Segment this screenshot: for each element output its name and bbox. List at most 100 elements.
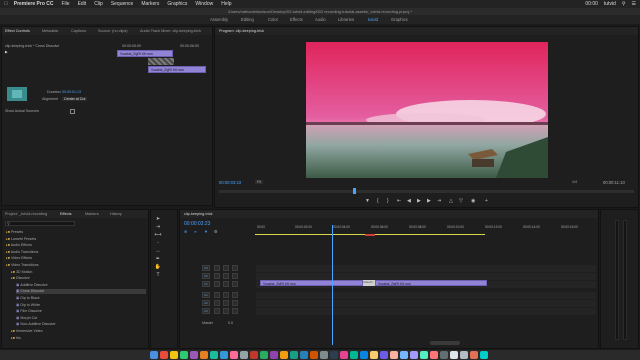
extract-icon[interactable]: ▽ <box>459 198 463 204</box>
dock-app-icon[interactable] <box>430 351 438 359</box>
alignment-dropdown[interactable]: Center at Cut <box>62 97 88 101</box>
menu-markers[interactable]: Markers <box>141 0 159 8</box>
dock-app-icon[interactable] <box>390 351 398 359</box>
sync-lock-icon[interactable] <box>223 273 229 279</box>
snap-icon[interactable]: ⊕ <box>184 229 187 234</box>
razor-tool-icon[interactable]: ◦ <box>154 240 162 246</box>
dock-app-icon[interactable] <box>310 351 318 359</box>
effect-item[interactable]: ▣ Film Dissolve <box>16 309 146 314</box>
dock-app-icon[interactable] <box>170 351 178 359</box>
track-label[interactable]: V1 <box>202 281 210 287</box>
eye-icon[interactable] <box>232 265 238 271</box>
lock-icon[interactable] <box>214 308 220 314</box>
effect-item[interactable]: ▣ Dip to White <box>16 303 146 308</box>
sync-lock-icon[interactable] <box>223 292 229 298</box>
effects-folder[interactable]: ▸■ Lumetri Presets <box>6 237 146 242</box>
app-name[interactable]: Premiere Pro CC <box>14 0 54 8</box>
effects-folder[interactable]: ▸■ Audio Effects <box>6 243 146 248</box>
lock-icon[interactable] <box>214 300 220 306</box>
track-label[interactable]: V3 <box>202 265 210 271</box>
dock-app-icon[interactable] <box>270 351 278 359</box>
lock-icon[interactable] <box>214 292 220 298</box>
track-header[interactable]: V2 <box>184 273 596 280</box>
fit-dropdown[interactable]: Fit <box>255 180 263 184</box>
dock-app-icon[interactable] <box>160 351 168 359</box>
track-label[interactable]: A2 <box>202 300 210 306</box>
lock-icon[interactable] <box>214 273 220 279</box>
dock-app-icon[interactable] <box>400 351 408 359</box>
timeline-clip-b[interactable]: Vocabal_ZigFit 6H.mov <box>375 280 487 286</box>
workspace-tab-tutvid[interactable]: tutvid <box>368 15 378 24</box>
dock-app-icon[interactable] <box>210 351 218 359</box>
play-transition-icon[interactable]: ▶ <box>5 50 8 54</box>
eye-icon[interactable] <box>232 281 238 287</box>
lock-icon[interactable] <box>214 281 220 287</box>
dock-app-icon[interactable] <box>410 351 418 359</box>
effects-folder[interactable]: ▸■ Dissolve <box>11 276 146 281</box>
dock-app-icon[interactable] <box>260 351 268 359</box>
menu-sequence[interactable]: Sequence <box>111 0 134 8</box>
lift-icon[interactable]: △ <box>449 198 453 204</box>
track-header[interactable]: A3 <box>184 308 596 315</box>
workspace-tab-libraries[interactable]: Libraries <box>338 15 354 24</box>
dock-app-icon[interactable] <box>240 351 248 359</box>
sync-lock-icon[interactable] <box>223 308 229 314</box>
effects-folder[interactable]: ▸■ Audio Transitions <box>6 250 146 255</box>
menu-help[interactable]: Help <box>221 0 231 8</box>
dock-app-icon[interactable] <box>150 351 158 359</box>
tab-history[interactable]: History <box>110 210 122 218</box>
track-header[interactable]: A2 <box>184 300 596 307</box>
effects-folder[interactable]: ▸■ Iris <box>11 336 146 341</box>
lock-icon[interactable] <box>214 265 220 271</box>
search-icon[interactable]: ⚲ <box>622 0 626 8</box>
dock-app-icon[interactable] <box>450 351 458 359</box>
sync-lock-icon[interactable] <box>223 300 229 306</box>
mark-in-icon[interactable]: { <box>377 198 379 204</box>
dock-app-icon[interactable] <box>280 351 288 359</box>
workspace-tab-graphics[interactable]: Graphics <box>391 15 408 24</box>
user-name[interactable]: tutvid <box>604 0 616 8</box>
tab-project[interactable]: Project: _tutvid-recording <box>5 210 47 218</box>
workspace-tab-assembly[interactable]: Assembly <box>210 15 228 24</box>
track-select-tool-icon[interactable]: ⇥ <box>154 224 162 230</box>
program-timecode[interactable]: 00:00:03:23 <box>219 180 241 185</box>
dock-app-icon[interactable] <box>420 351 428 359</box>
menu-edit[interactable]: Edit <box>78 0 87 8</box>
dock-app-icon[interactable] <box>180 351 188 359</box>
sync-lock-icon[interactable] <box>223 265 229 271</box>
track-header[interactable]: A1 <box>184 292 596 299</box>
effects-folder[interactable]: ▸■ Video Transitions <box>6 263 146 268</box>
program-monitor-title[interactable]: Program: clip-keeping-trick <box>219 27 264 35</box>
dock-app-icon[interactable] <box>470 351 478 359</box>
button-editor-icon[interactable]: + <box>485 198 488 204</box>
scrub-bar[interactable] <box>219 190 634 193</box>
workspace-tab-effects[interactable]: Effects <box>290 15 303 24</box>
dock-app-icon[interactable] <box>190 351 198 359</box>
export-frame-icon[interactable]: ◉ <box>471 198 475 204</box>
tab-audio-track-mixer[interactable]: Audio Track Mixer: clip-keeping-trick <box>140 27 201 35</box>
menu-clip[interactable]: Clip <box>94 0 103 8</box>
dock-app-icon[interactable] <box>440 351 448 359</box>
tab-effect-controls[interactable]: Effect Controls <box>5 27 30 35</box>
dock-app-icon[interactable] <box>350 351 358 359</box>
dock-app-icon[interactable] <box>360 351 368 359</box>
dock-app-icon[interactable] <box>320 351 328 359</box>
track-lane[interactable] <box>256 292 596 299</box>
dock-app-icon[interactable] <box>340 351 348 359</box>
go-to-out-icon[interactable]: ⇥ <box>437 198 441 204</box>
dock-app-icon[interactable] <box>300 351 308 359</box>
time-ruler[interactable]: 00:00 00:00:02:00 00:00:04:00 00:00:06:00 00… <box>255 225 595 233</box>
effects-folder[interactable]: ▸■ Presets <box>6 230 146 235</box>
step-forward-icon[interactable]: ▶ <box>427 198 431 204</box>
eye-icon[interactable] <box>232 300 238 306</box>
menu-graphics[interactable]: Graphics <box>167 0 187 8</box>
resolution-dropdown[interactable]: 1/4 <box>572 180 577 184</box>
track-label[interactable]: A1 <box>202 292 210 298</box>
hand-tool-icon[interactable]: ✋ <box>154 264 162 270</box>
dock-app-icon[interactable] <box>370 351 378 359</box>
dock-app-icon[interactable] <box>220 351 228 359</box>
linked-selection-icon[interactable]: ∞ <box>194 229 197 234</box>
effect-item[interactable]: ▣ Dip to Black <box>16 296 146 301</box>
tab-markers[interactable]: Markers <box>85 210 99 218</box>
tab-source[interactable]: Source: (no clips) <box>98 27 128 35</box>
